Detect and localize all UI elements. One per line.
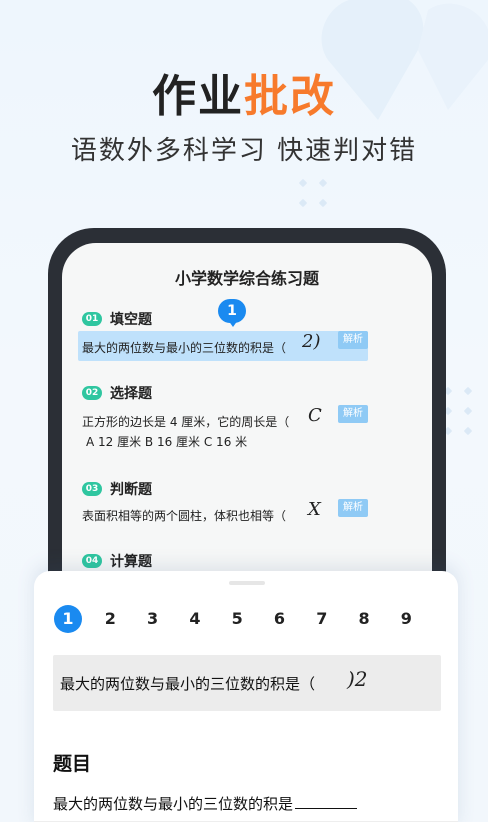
headline-main: 作业 bbox=[152, 71, 244, 122]
section-title: 判断题 bbox=[110, 482, 152, 498]
section-true-false: 03 判断题 bbox=[82, 479, 152, 499]
answer-bottom-sheet: 1 2 3 4 5 6 7 8 9 最大的两位数与最小的三位数的积是（ )2 题… bbox=[34, 571, 458, 822]
handwritten-answer: X bbox=[308, 499, 321, 520]
headline-accent: 批改 bbox=[244, 71, 336, 122]
question-body: 最大的两位数与最小的三位数的积是 bbox=[53, 793, 358, 814]
section-number-badge: 01 bbox=[82, 312, 102, 326]
handwritten-answer: C bbox=[308, 405, 322, 426]
question-tab-3[interactable]: 3 bbox=[139, 605, 167, 633]
crop-question-text: 最大的两位数与最小的三位数的积是（ bbox=[60, 675, 316, 693]
drag-handle[interactable] bbox=[229, 581, 265, 585]
homework-paper-photo: 小学数学综合练习题 1 01 填空题 最大的两位数与最小的三位数的积是（ 2) … bbox=[62, 243, 432, 603]
question-crop-image: 最大的两位数与最小的三位数的积是（ )2 bbox=[53, 655, 441, 711]
section-number-badge: 02 bbox=[82, 386, 102, 400]
answer-blank bbox=[295, 795, 358, 809]
section-calculation: 04 计算题 bbox=[82, 551, 152, 571]
question-section-label: 题目 bbox=[53, 753, 92, 775]
section-title: 选择题 bbox=[110, 386, 152, 402]
question-tab-9[interactable]: 9 bbox=[392, 605, 420, 633]
question-tab-7[interactable]: 7 bbox=[308, 605, 336, 633]
handwritten-answer: 2) bbox=[302, 331, 321, 352]
question-tab-8[interactable]: 8 bbox=[350, 605, 378, 633]
section-number-badge: 03 bbox=[82, 482, 102, 496]
question-text: 表面积相等的两个圆柱，体积也相等（ bbox=[82, 509, 287, 523]
question-text: 正方形的边长是 4 厘米，它的周长是（ bbox=[82, 415, 290, 429]
promo-subtitle: 语数外多科学习 快速判对错 bbox=[70, 136, 418, 166]
question-body-text: 最大的两位数与最小的三位数的积是 bbox=[53, 795, 294, 813]
question-marker-1[interactable]: 1 bbox=[218, 299, 248, 327]
question-tab-2[interactable]: 2 bbox=[96, 605, 124, 633]
section-fill-blank: 01 填空题 bbox=[82, 309, 152, 329]
crop-handwritten-answer: )2 bbox=[347, 667, 368, 691]
question-tab-6[interactable]: 6 bbox=[265, 605, 293, 633]
question-tab-5[interactable]: 5 bbox=[223, 605, 251, 633]
question-number-tabs: 1 2 3 4 5 6 7 8 9 bbox=[54, 605, 435, 633]
paper-title: 小学数学综合练习题 bbox=[174, 269, 319, 288]
section-multiple-choice: 02 选择题 bbox=[82, 383, 152, 403]
section-title: 计算题 bbox=[110, 554, 152, 570]
section-title: 填空题 bbox=[110, 312, 152, 328]
analysis-button[interactable]: 解析 bbox=[338, 405, 368, 423]
question-text: 最大的两位数与最小的三位数的积是（ bbox=[82, 341, 287, 355]
question-tab-4[interactable]: 4 bbox=[181, 605, 209, 633]
analysis-button[interactable]: 解析 bbox=[338, 499, 368, 517]
section-number-badge: 04 bbox=[82, 554, 102, 568]
analysis-button[interactable]: 解析 bbox=[338, 331, 368, 349]
promo-headline: 作业批改 bbox=[0, 60, 488, 124]
question-tab-1[interactable]: 1 bbox=[54, 605, 82, 633]
answer-options: A 12 厘米 B 16 厘米 C 16 米 bbox=[86, 435, 248, 449]
